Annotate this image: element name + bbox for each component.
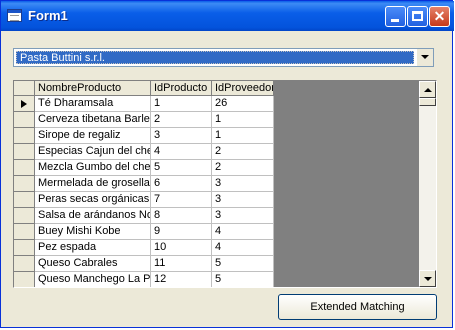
minimize-button[interactable] <box>385 6 406 27</box>
close-button[interactable]: ✕ <box>429 6 450 27</box>
minimize-icon <box>391 19 399 22</box>
grid-corner[interactable] <box>14 81 35 96</box>
table-cell[interactable]: 4 <box>212 240 274 256</box>
column-header[interactable]: IdProducto <box>151 81 212 96</box>
row-selector[interactable] <box>14 272 35 287</box>
scroll-up-button[interactable] <box>419 81 436 98</box>
close-icon: ✕ <box>433 8 446 24</box>
column-header[interactable]: IdProveedor <box>212 81 274 96</box>
table-cell[interactable]: 1 <box>151 96 212 112</box>
supplier-selected-value[interactable]: Pasta Buttini s.r.l. <box>16 51 414 64</box>
table-cell[interactable]: 12 <box>151 272 212 287</box>
row-selector[interactable] <box>14 144 35 160</box>
table-cell[interactable]: Pez espada <box>35 240 151 256</box>
table-cell[interactable]: 3 <box>212 208 274 224</box>
table-cell[interactable]: 5 <box>151 160 212 176</box>
table-cell[interactable]: 11 <box>151 256 212 272</box>
table-cell[interactable]: Queso Cabrales <box>35 256 151 272</box>
row-selector[interactable] <box>14 96 35 112</box>
table-cell[interactable]: 2 <box>212 144 274 160</box>
table-cell[interactable]: 10 <box>151 240 212 256</box>
supplier-combobox[interactable]: Pasta Buttini s.r.l. <box>13 48 434 67</box>
table-cell[interactable]: 5 <box>212 272 274 287</box>
table-cell[interactable]: Mermelada de grosellas <box>35 176 151 192</box>
table-cell[interactable]: Especias Cajun del chef <box>35 144 151 160</box>
title-bar[interactable]: Form1 ✕ <box>1 1 454 31</box>
row-selector[interactable] <box>14 208 35 224</box>
table-cell[interactable]: 8 <box>151 208 212 224</box>
maximize-button[interactable] <box>407 6 428 27</box>
table-cell[interactable]: 26 <box>212 96 274 112</box>
form1-window: Form1 ✕ Pasta Buttini s.r.l. NombreProdu… <box>0 0 454 328</box>
table-cell[interactable]: 1 <box>212 112 274 128</box>
column-header[interactable]: NombreProducto <box>35 81 151 96</box>
window-title: Form1 <box>28 8 68 23</box>
row-selector[interactable] <box>14 176 35 192</box>
form-window-icon[interactable] <box>7 9 22 22</box>
products-datagrid[interactable]: NombreProducto IdProducto IdProveedor Té D… <box>13 80 437 288</box>
row-selector[interactable] <box>14 224 35 240</box>
row-selector[interactable] <box>14 128 35 144</box>
table-cell[interactable]: Mezcla Gumbo del chef <box>35 160 151 176</box>
table-cell[interactable]: 2 <box>151 112 212 128</box>
row-pointer-icon <box>21 100 27 108</box>
row-selector[interactable] <box>14 256 35 272</box>
row-selector[interactable] <box>14 192 35 208</box>
table-cell[interactable]: Cerveza tibetana Barley <box>35 112 151 128</box>
table-cell[interactable]: 5 <box>212 256 274 272</box>
table-cell[interactable]: 6 <box>151 176 212 192</box>
table-cell[interactable]: 3 <box>212 192 274 208</box>
table-cell[interactable]: 7 <box>151 192 212 208</box>
row-selector[interactable] <box>14 160 35 176</box>
table-cell[interactable]: 9 <box>151 224 212 240</box>
table-cell[interactable]: Queso Manchego La Pa <box>35 272 151 287</box>
row-selector[interactable] <box>14 112 35 128</box>
table-cell[interactable]: 4 <box>151 144 212 160</box>
table-cell[interactable]: Buey Mishi Kobe <box>35 224 151 240</box>
table-cell[interactable]: Salsa de arándanos Nor <box>35 208 151 224</box>
table-cell[interactable]: 3 <box>151 128 212 144</box>
table-cell[interactable]: 3 <box>212 176 274 192</box>
table-cell[interactable]: Té Dharamsala <box>35 96 151 112</box>
table-cell[interactable]: 4 <box>212 224 274 240</box>
table-cell[interactable]: Sirope de regaliz <box>35 128 151 144</box>
table-cell[interactable]: Peras secas orgánicas d <box>35 192 151 208</box>
extended-matching-button[interactable]: Extended Matching <box>278 294 437 320</box>
dropdown-button[interactable] <box>416 49 433 66</box>
vertical-scrollbar[interactable] <box>419 81 436 287</box>
row-selector[interactable] <box>14 240 35 256</box>
table-cell[interactable]: 2 <box>212 160 274 176</box>
scroll-thumb[interactable] <box>419 98 436 106</box>
table-cell[interactable]: 1 <box>212 128 274 144</box>
scroll-down-button[interactable] <box>419 270 436 287</box>
maximize-icon <box>412 11 423 21</box>
